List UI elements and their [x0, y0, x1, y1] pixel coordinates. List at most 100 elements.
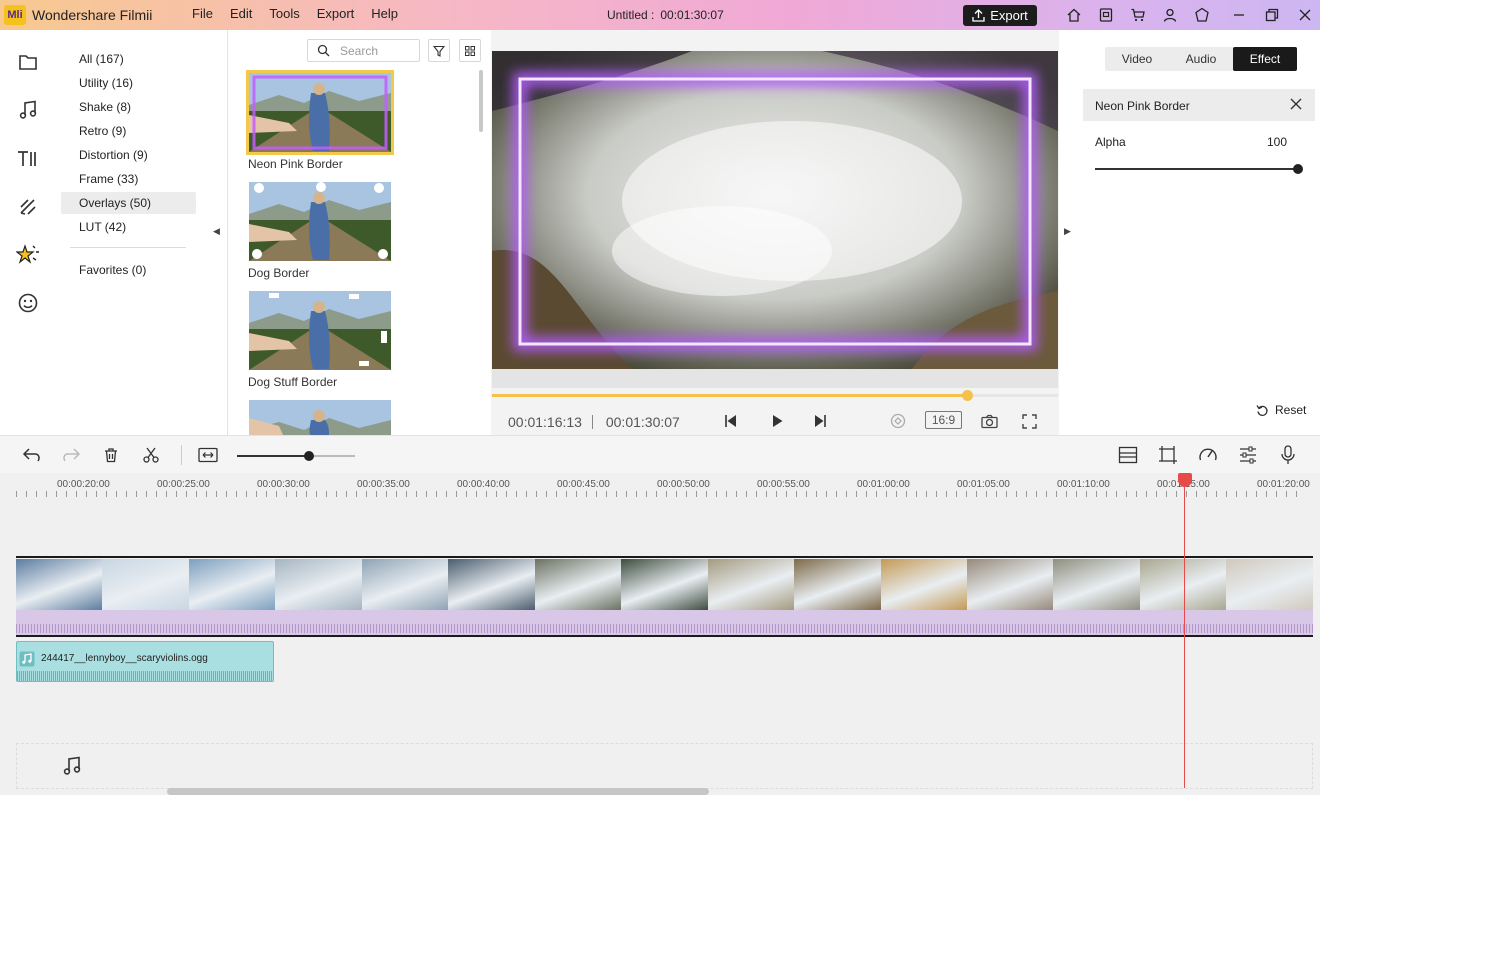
ruler-label: 00:00:45:00 [557, 479, 610, 490]
delete-button[interactable] [100, 444, 122, 466]
playback-progress-fill [492, 394, 968, 397]
fit-to-screen-icon [198, 447, 218, 463]
speedometer-icon [1199, 448, 1217, 461]
total-time: 00:01:30:07 [605, 414, 680, 430]
collapse-left-icon[interactable]: ◀ [213, 226, 220, 237]
category-shake[interactable]: Shake (8) [61, 96, 196, 118]
record-voiceover-button[interactable] [1277, 444, 1299, 466]
play-button[interactable] [764, 408, 790, 434]
track-manager-button[interactable] [1117, 444, 1139, 466]
export-button[interactable]: Export [963, 5, 1037, 26]
minimize-icon[interactable] [1222, 4, 1255, 26]
tab-video[interactable]: Video [1105, 47, 1169, 71]
effect-thumb-dog-stuff-border[interactable] [249, 291, 391, 370]
undo-button[interactable] [21, 444, 43, 466]
video-frame [1226, 559, 1313, 610]
filter-icon [433, 45, 445, 57]
effect-thumb-neon-pink-border[interactable] [246, 70, 394, 155]
next-frame-button[interactable] [807, 408, 833, 434]
alpha-value[interactable]: 100 [1267, 135, 1287, 149]
playhead-handle[interactable] [1178, 473, 1192, 487]
cart-icon[interactable] [1122, 5, 1154, 25]
category-overlays[interactable]: Overlays (50) [61, 192, 196, 214]
category-distortion[interactable]: Distortion (9) [61, 144, 196, 166]
video-track[interactable] [16, 556, 1313, 637]
snapshot-button[interactable] [976, 408, 1002, 434]
ruler-label: 00:00:25:00 [157, 479, 210, 490]
effect-thumb-dog-border[interactable] [249, 182, 391, 261]
playhead[interactable] [1184, 473, 1185, 788]
tab-audio[interactable]: Audio [1169, 47, 1233, 71]
applied-effect-name: Neon Pink Border [1095, 99, 1190, 113]
speed-button[interactable] [1197, 444, 1219, 466]
fullscreen-button[interactable] [1016, 408, 1042, 434]
audio-clip[interactable]: 244417__lennyboy__scaryviolins.ogg [16, 641, 274, 682]
playback-progress-bar[interactable] [492, 390, 1058, 401]
render-icon [890, 413, 906, 429]
close-icon[interactable] [1288, 4, 1320, 26]
timeline-ruler[interactable]: 00:00:20:00 00:00:25:00 00:00:30:00 00:0… [0, 473, 1320, 499]
timeline-zoom-slider[interactable] [237, 451, 355, 461]
grid-view-button[interactable] [459, 39, 481, 62]
render-preview-button[interactable] [885, 408, 911, 434]
playback-progress-handle[interactable] [962, 390, 974, 401]
category-favorites[interactable]: Favorites (0) [61, 259, 196, 281]
reset-button[interactable]: Reset [1256, 403, 1306, 417]
menu-export[interactable]: Export [317, 6, 355, 21]
effect-label: Neon Pink Border [248, 157, 343, 171]
zoom-slider-handle[interactable] [303, 451, 314, 461]
search-input[interactable]: Search [340, 44, 378, 58]
menu-help[interactable]: Help [371, 6, 398, 21]
split-button[interactable] [140, 444, 162, 466]
home-icon[interactable] [1058, 5, 1090, 25]
menu-tools[interactable]: Tools [269, 6, 299, 21]
aspect-ratio-button[interactable]: 16:9 [925, 411, 962, 429]
fit-timeline-button[interactable] [197, 444, 219, 466]
library-scrollbar[interactable] [479, 70, 483, 132]
effects-icon[interactable] [15, 242, 41, 268]
save-icon[interactable] [1090, 5, 1122, 25]
search-box[interactable]: Search [307, 39, 420, 62]
media-icon[interactable] [15, 49, 41, 75]
restore-icon[interactable] [1255, 4, 1288, 26]
audio-icon[interactable] [15, 97, 41, 123]
vineyard-image [249, 73, 391, 152]
document-title: Untitled : 00:01:30:07 [607, 8, 724, 22]
adjust-button[interactable] [1237, 444, 1259, 466]
camera-icon [980, 414, 998, 428]
category-frame[interactable]: Frame (33) [61, 168, 196, 190]
redo-button[interactable] [60, 444, 82, 466]
titles-icon[interactable] [15, 146, 41, 172]
skip-forward-icon [815, 415, 826, 427]
alpha-slider-handle[interactable] [1293, 164, 1303, 174]
video-clip-frames[interactable] [16, 559, 1313, 610]
elements-icon[interactable] [15, 290, 41, 316]
timeline-scrollbar[interactable] [167, 788, 709, 795]
preview-viewer [492, 51, 1058, 369]
video-frame [1053, 559, 1140, 610]
app-name: Wondershare Filmii [32, 7, 153, 23]
menu-edit[interactable]: Edit [230, 6, 252, 21]
category-utility[interactable]: Utility (16) [61, 72, 196, 94]
menu-file[interactable]: File [192, 6, 213, 21]
ruler-label: 00:00:50:00 [657, 479, 710, 490]
search-icon [317, 44, 330, 57]
effect-categories: All (167) Utility (16) Shake (8) Retro (… [58, 30, 228, 435]
account-icon[interactable] [1154, 5, 1186, 25]
tab-effect[interactable]: Effect [1233, 47, 1297, 71]
remove-effect-icon[interactable] [1289, 97, 1303, 111]
effect-thumb-partial[interactable] [249, 400, 391, 435]
category-all[interactable]: All (167) [61, 48, 196, 70]
video-frame [102, 559, 189, 610]
category-retro[interactable]: Retro (9) [61, 120, 196, 142]
previous-frame-button[interactable] [718, 408, 744, 434]
gift-icon[interactable] [1186, 5, 1218, 25]
alpha-slider[interactable] [1095, 164, 1303, 174]
category-lut[interactable]: LUT (42) [61, 216, 196, 238]
ruler-label: 00:00:40:00 [457, 479, 510, 490]
timeline[interactable]: 00:00:20:00 00:00:25:00 00:00:30:00 00:0… [0, 473, 1320, 795]
filter-button[interactable] [428, 39, 450, 62]
transitions-icon[interactable] [15, 194, 41, 220]
crop-button[interactable] [1157, 444, 1179, 466]
empty-music-track[interactable] [16, 743, 1313, 789]
